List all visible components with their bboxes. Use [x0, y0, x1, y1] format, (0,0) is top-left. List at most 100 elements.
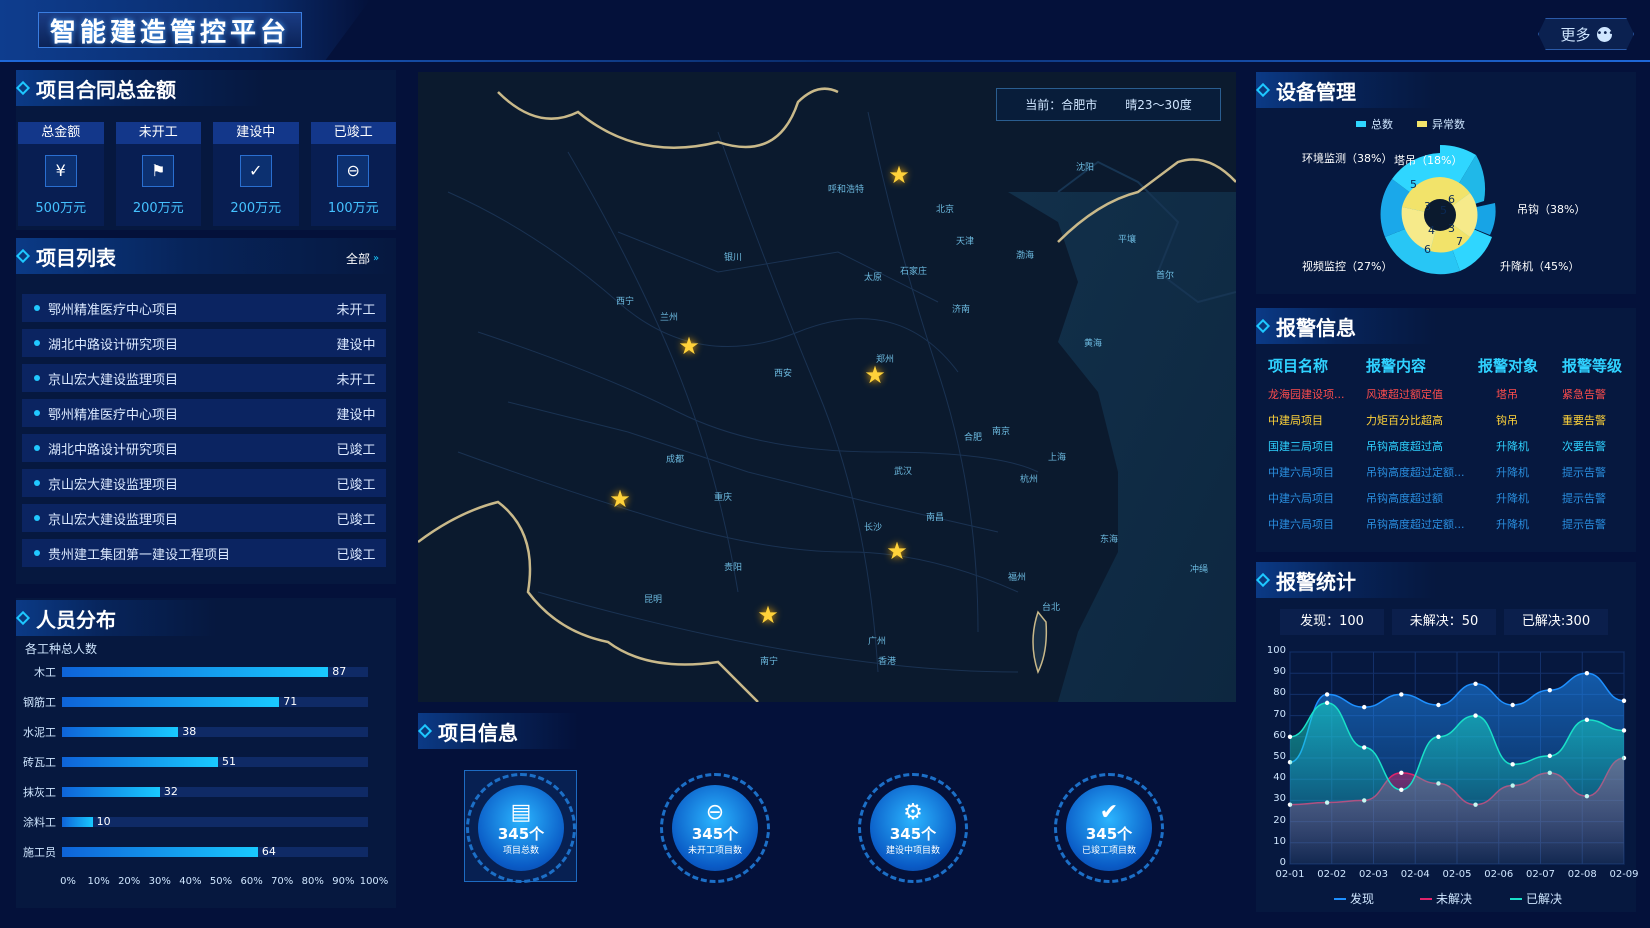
- map-city-label: 台北: [1042, 603, 1061, 613]
- more-label: 更多: [1560, 25, 1591, 44]
- alarm-cell-target: 钩吊: [1496, 414, 1518, 427]
- stat-value: 200万元: [230, 200, 282, 216]
- section-diamond-icon: [1255, 82, 1271, 98]
- project-status: 已竣工: [336, 547, 376, 563]
- device-legend: 总数 异常数: [1356, 116, 1465, 132]
- bullet-icon: [34, 375, 40, 381]
- series-point: [1510, 702, 1515, 708]
- x-tick-label: 02-02: [1317, 869, 1347, 880]
- alarm-cell-content: 吊钩高度超过高: [1366, 440, 1443, 453]
- legend-abnormal-label: 异常数: [1432, 118, 1465, 131]
- project-star-icon[interactable]: ★: [862, 362, 888, 388]
- dashboard: 智能建造管控平台 更多 ••• 项目合同总金额 总金额 ¥500万元 未开工 ⚑…: [0, 0, 1650, 928]
- more-button[interactable]: 更多 •••: [1538, 18, 1634, 50]
- series-point: [1436, 702, 1441, 708]
- series-point: [1547, 753, 1552, 759]
- project-info-label: 未开工项目数: [687, 845, 742, 856]
- project-star-icon[interactable]: ★: [755, 602, 781, 628]
- project-info-card[interactable]: ✔ 345个 已竣工项目数: [1054, 773, 1164, 883]
- section-diamond-icon: [15, 610, 31, 626]
- people-x-tick: 20%: [118, 876, 141, 887]
- series-point: [1399, 692, 1404, 697]
- project-info-card[interactable]: ⚙ 345个 建设中项目数: [858, 773, 968, 883]
- alarm-cell-name: 中建六局项目: [1268, 492, 1334, 505]
- alarm-cell-name: 中建六局项目: [1268, 466, 1334, 479]
- rose-inner-value: 3: [1448, 222, 1455, 235]
- y-tick-label: 20: [1273, 814, 1286, 826]
- map-city-label: 成都: [666, 455, 685, 465]
- people-bar-track: 38: [62, 725, 368, 738]
- people-bar-track: 71: [62, 695, 368, 708]
- legend-total-label: 总数: [1371, 118, 1393, 131]
- project-info-title: 项目信息: [438, 720, 518, 745]
- map-city-label: 天津: [956, 237, 975, 247]
- series-point: [1287, 734, 1293, 739]
- stat-unresolved-box: 未解决：50: [1392, 609, 1496, 635]
- view-all-link[interactable]: 全部 »: [346, 250, 379, 267]
- project-name: 京山宏大建设监理项目: [48, 372, 179, 388]
- series-point: [1473, 713, 1478, 718]
- alarm-column-header: 报警内容: [1366, 357, 1427, 375]
- series-point: [1362, 745, 1367, 750]
- people-bar-track: 32: [62, 785, 368, 798]
- series-point: [1621, 728, 1627, 733]
- alarm-title: 报警信息: [1276, 315, 1356, 340]
- contract-title: 项目合同总金额: [36, 77, 176, 102]
- people-bar-value: 71: [283, 695, 298, 708]
- project-list-row[interactable]: 湖北中路设计研究项目 建设中: [22, 329, 386, 357]
- project-list-row[interactable]: 鄂州精准医疗中心项目 建设中: [22, 399, 386, 427]
- y-tick-label: 90: [1273, 666, 1286, 678]
- double-chevron-icon: »: [373, 253, 380, 264]
- alarm-cell-level: 提示告警: [1562, 466, 1606, 479]
- people-bar: [62, 697, 280, 707]
- series-point: [1399, 770, 1404, 776]
- map-city-label: 重庆: [714, 493, 733, 503]
- alarm-cell-name: 国建三局项目: [1268, 440, 1334, 453]
- project-list-row[interactable]: 湖北中路设计研究项目 已竣工: [22, 434, 386, 462]
- project-list-row[interactable]: 京山宏大建设监理项目 已竣工: [22, 504, 386, 532]
- people-bar: [62, 847, 258, 857]
- series-point: [1584, 717, 1590, 723]
- people-title: 人员分布: [36, 607, 116, 632]
- project-info-card[interactable]: ▤ 345个 项目总数: [466, 773, 576, 883]
- people-x-axis: 0% 10% 20% 30% 40% 50% 60% 70% 80% 90% 100%: [60, 876, 388, 890]
- people-bar-value: 38: [182, 725, 197, 738]
- project-star-icon[interactable]: ★: [676, 333, 702, 359]
- alarm-cell-level: 提示告警: [1562, 518, 1606, 531]
- project-list-row[interactable]: 京山宏大建设监理项目 未开工: [22, 364, 386, 392]
- stat-head: 建设中: [213, 122, 299, 144]
- bullet-icon: [34, 340, 40, 346]
- bullet-icon: [34, 445, 40, 451]
- people-bar-track: 51: [62, 755, 368, 768]
- map-city-label: 西宁: [616, 297, 635, 307]
- series-point: [1362, 704, 1367, 710]
- map-city-label: 贵阳: [724, 563, 743, 573]
- stat-head: 总金额: [18, 122, 104, 144]
- map-svg: [418, 72, 1236, 702]
- project-star-icon[interactable]: ★: [607, 486, 633, 512]
- x-tick-label: 02-08: [1567, 869, 1597, 880]
- map-city-label: 杭州: [1020, 475, 1039, 485]
- china-map[interactable]: ★ ★ ★ ★ ★ ★ 呼和浩特 北京 天津 沈阳 渤海 石家庄 太原 银川 兰州 西宁 济南 郑州西…: [418, 72, 1236, 702]
- alarm-line-chart: [1287, 651, 1627, 865]
- project-list-row[interactable]: 京山宏大建设监理项目 已竣工: [22, 469, 386, 497]
- project-list-row[interactable]: 鄂州精准医疗中心项目 未开工: [22, 294, 386, 322]
- project-name: 京山宏大建设监理项目: [48, 512, 179, 528]
- project-status: 建设中: [336, 407, 376, 423]
- project-star-icon[interactable]: ★: [884, 538, 910, 564]
- people-bar: [62, 667, 329, 677]
- people-bar-track: 64: [62, 845, 368, 858]
- alarm-cell-level: 紧急告警: [1562, 388, 1606, 401]
- more-dots-icon: •••: [1596, 26, 1614, 42]
- section-diamond-icon: [417, 723, 433, 739]
- inbox-icon: ▤: [510, 799, 532, 825]
- map-city-label: 北京: [936, 205, 955, 215]
- project-info-card[interactable]: ⊖ 345个 未开工项目数: [660, 773, 770, 883]
- series-point: [1584, 671, 1590, 676]
- project-list-row[interactable]: 贵州建工集团第一建设工程项目 已竣工: [22, 539, 386, 567]
- project-star-icon[interactable]: ★: [886, 162, 912, 188]
- bullet-icon: [34, 480, 40, 486]
- clipboard-check-icon: ✓: [239, 154, 272, 187]
- alarm-cell-target: 升降机: [1496, 440, 1529, 453]
- people-bar-row: 涂料工 10: [22, 812, 368, 832]
